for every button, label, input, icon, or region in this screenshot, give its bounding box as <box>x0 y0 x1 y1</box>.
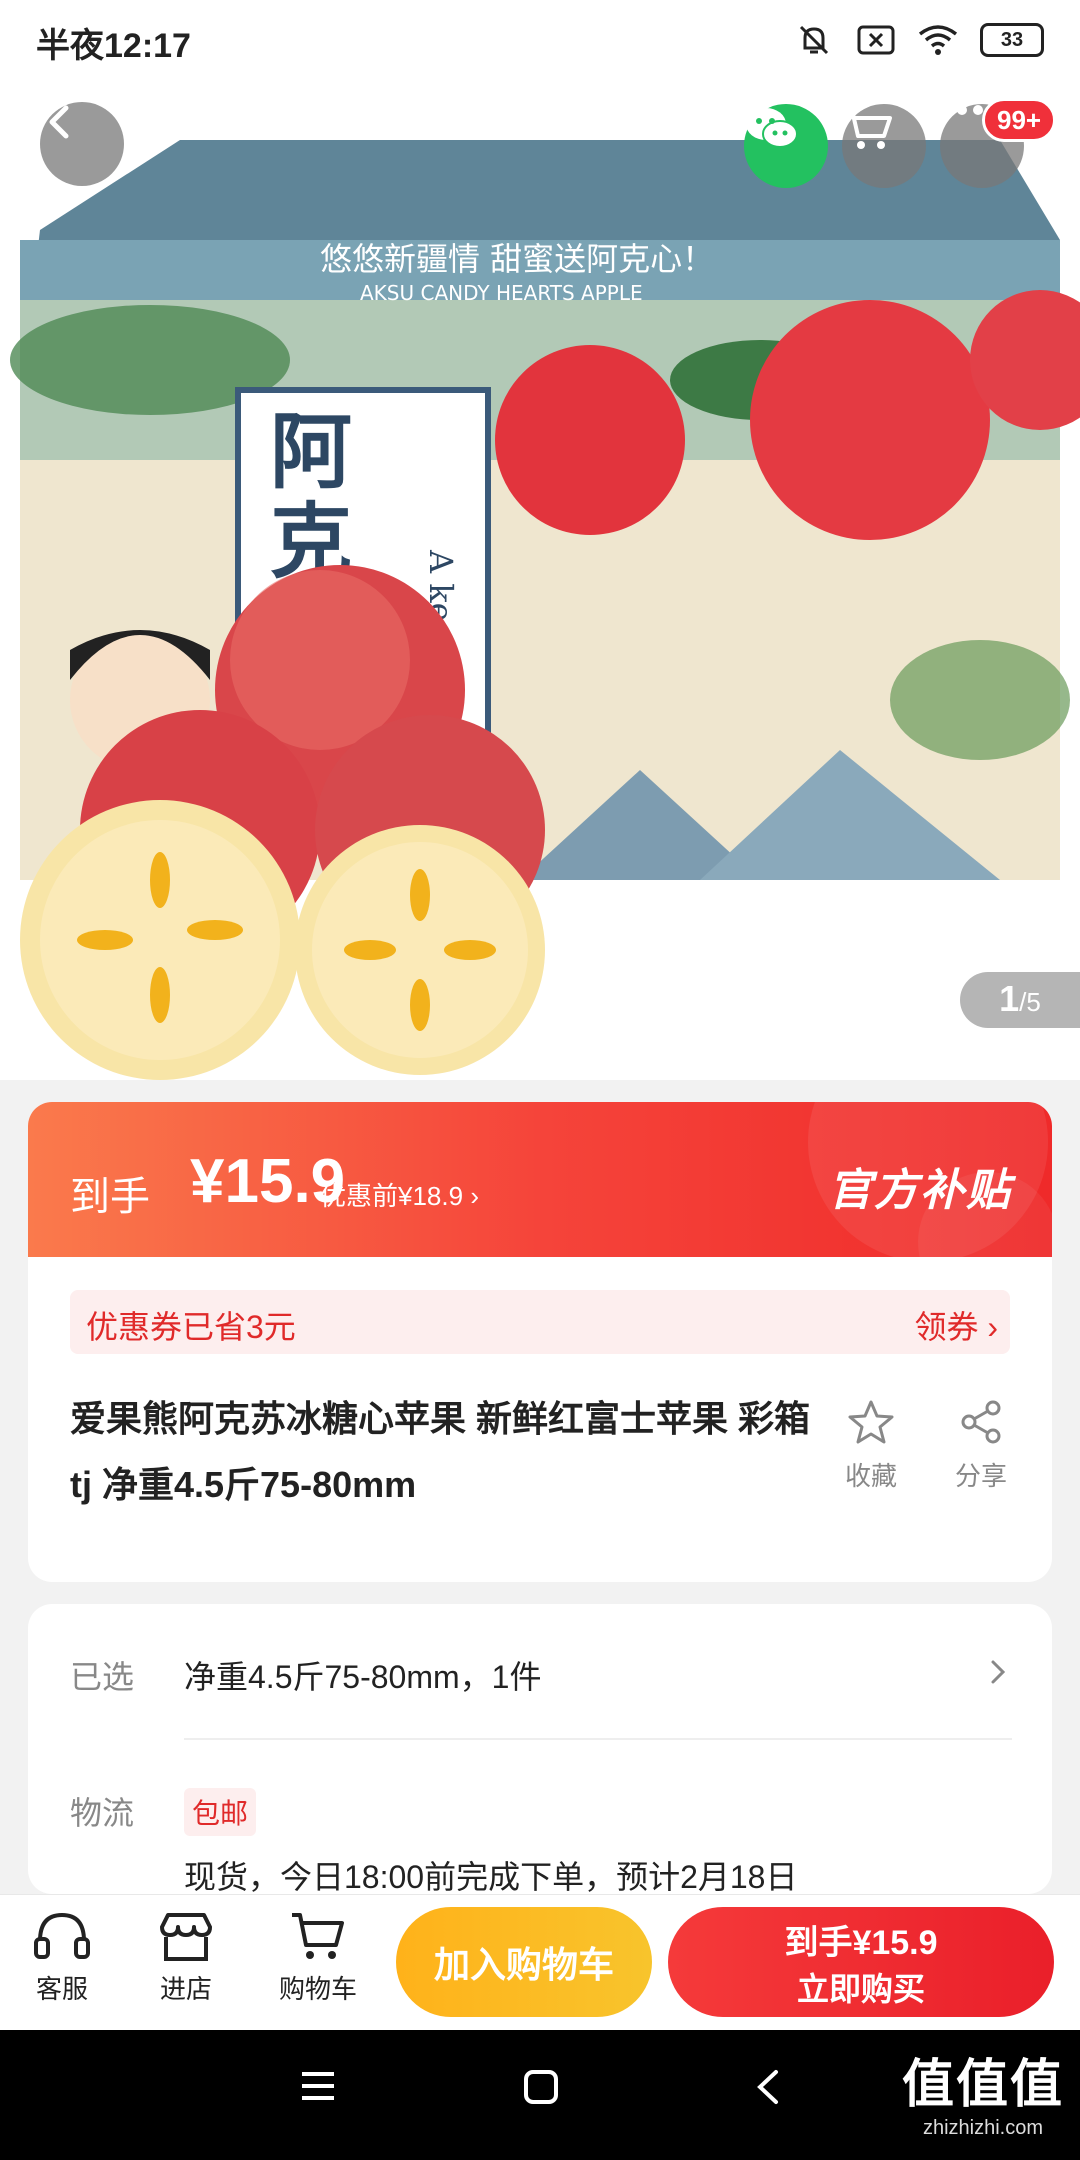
wechat-share-button[interactable] <box>744 104 828 188</box>
get-coupon-button[interactable]: 领券 › <box>914 1302 998 1348</box>
cart-button[interactable] <box>842 104 926 188</box>
service-label: 客服 <box>35 1974 88 2004</box>
image-pager: 1 /5 <box>960 972 1080 1028</box>
sim-off-icon <box>856 20 896 60</box>
selected-value: 净重4.5斤75-80mm，1件 <box>184 1659 542 1695</box>
headset-icon <box>34 1912 90 1959</box>
chevron-right-icon <box>991 1660 1006 1684</box>
spec-card: 已选 净重4.5斤75-80mm，1件 物流 包邮 现货，今日18:00前完成下… <box>28 1604 1052 1894</box>
svg-text:阿: 阿 <box>270 404 352 500</box>
logistics-label: 物流 <box>70 1795 135 1831</box>
cart-icon <box>844 108 892 149</box>
chevron-right-icon: › <box>987 1309 998 1345</box>
logistics-value: 现货，今日18:00前完成下单，预计2月18日 <box>184 1859 798 1894</box>
chevron-left-icon <box>49 105 69 139</box>
coupon-saved-text: 优惠券已省3元 <box>86 1309 296 1345</box>
store-label: 进店 <box>159 1974 212 2004</box>
chevron-right-icon: › <box>470 1181 479 1211</box>
coupon-bar[interactable]: 优惠券已省3元 领券 › <box>70 1290 1010 1354</box>
free-shipping-tag: 包邮 <box>184 1788 257 1836</box>
mute-bell-icon <box>794 20 834 60</box>
get-coupon-label: 领券 <box>914 1309 979 1345</box>
star-icon <box>848 1400 894 1444</box>
message-count-badge: 99+ <box>982 98 1057 142</box>
share-label: 分享 <box>954 1461 1007 1491</box>
cart-icon <box>292 1913 344 1959</box>
status-time: 半夜12:17 <box>36 27 191 65</box>
original-price-link[interactable]: 优惠前¥18.9 › <box>320 1176 479 1213</box>
cart-label: 购物车 <box>278 1974 357 2004</box>
share-icon <box>961 1400 1001 1444</box>
watermark: 值值值 zhizhizhi.com <box>902 2042 1064 2140</box>
svg-text:悠悠新疆情 甜蜜送阿克心！: 悠悠新疆情 甜蜜送阿克心！ <box>320 240 714 278</box>
buy-price-label: 到手¥15.9 <box>784 1923 938 1962</box>
bottom-cart-button[interactable]: 购物车 <box>258 1909 378 2006</box>
favorite-button[interactable]: 收藏 <box>816 1398 926 1493</box>
official-subsidy-tag: 官方补贴 <box>828 1166 1012 1215</box>
product-title: 爱果熊阿克苏冰糖心苹果 新鲜红富士苹果 彩箱tj 净重4.5斤75-80mm <box>70 1398 811 1505</box>
back-triangle-icon[interactable] <box>754 2068 782 2106</box>
pager-total: /5 <box>1019 987 1041 1017</box>
status-bar: 半夜12:17 33 <box>0 0 1080 80</box>
buy-now-button[interactable]: 到手¥15.9 立即购买 <box>668 1907 1054 2017</box>
wifi-icon <box>918 20 958 60</box>
battery-indicator: 33 <box>980 23 1044 57</box>
original-price: 优惠前¥18.9 <box>320 1181 464 1211</box>
status-icons: 33 <box>794 20 1044 60</box>
store-icon <box>160 1913 212 1961</box>
pager-current: 1 <box>999 978 1020 1019</box>
share-button[interactable]: 分享 <box>926 1398 1036 1493</box>
divider <box>184 1738 1012 1740</box>
bottom-action-bar: 客服 进店 购物车 加入购物车 到手¥15.9 立即购买 <box>0 1894 1080 2030</box>
home-square-icon[interactable] <box>522 2068 560 2106</box>
product-image-carousel[interactable]: 阿 克 A ke su 悠悠新疆情 甜蜜送阿克心！ AKSU CANDY HEA… <box>0 80 1080 1080</box>
price-card: 到手 ¥15.9 优惠前¥18.9 › 官方补贴 优惠券已省3元 领券 › 爱果… <box>28 1102 1052 1582</box>
store-button[interactable]: 进店 <box>126 1909 246 2006</box>
add-to-cart-button[interactable]: 加入购物车 <box>396 1907 652 2017</box>
menu-icon[interactable] <box>298 2068 338 2104</box>
system-nav-bar: 值值值 zhizhizhi.com <box>0 2030 1080 2160</box>
favorite-label: 收藏 <box>844 1461 897 1491</box>
watermark-logo: 值值值 <box>901 2056 1064 2114</box>
product-photo: 阿 克 A ke su 悠悠新疆情 甜蜜送阿克心！ AKSU CANDY HEA… <box>10 140 1080 1080</box>
wechat-icon <box>746 108 798 148</box>
svg-text:AKSU CANDY HEARTS APPLE: AKSU CANDY HEARTS APPLE <box>360 281 643 305</box>
price-banner: 到手 ¥15.9 优惠前¥18.9 › 官方补贴 <box>28 1102 1052 1257</box>
selected-label: 已选 <box>70 1659 135 1695</box>
buy-now-label: 立即购买 <box>796 1970 925 2007</box>
watermark-url: zhizhizhi.com <box>922 2117 1044 2139</box>
customer-service-button[interactable]: 客服 <box>2 1909 122 2006</box>
back-button[interactable] <box>40 102 124 186</box>
more-dots-icon <box>941 105 983 115</box>
final-price-label: 到手 <box>70 1175 150 1219</box>
